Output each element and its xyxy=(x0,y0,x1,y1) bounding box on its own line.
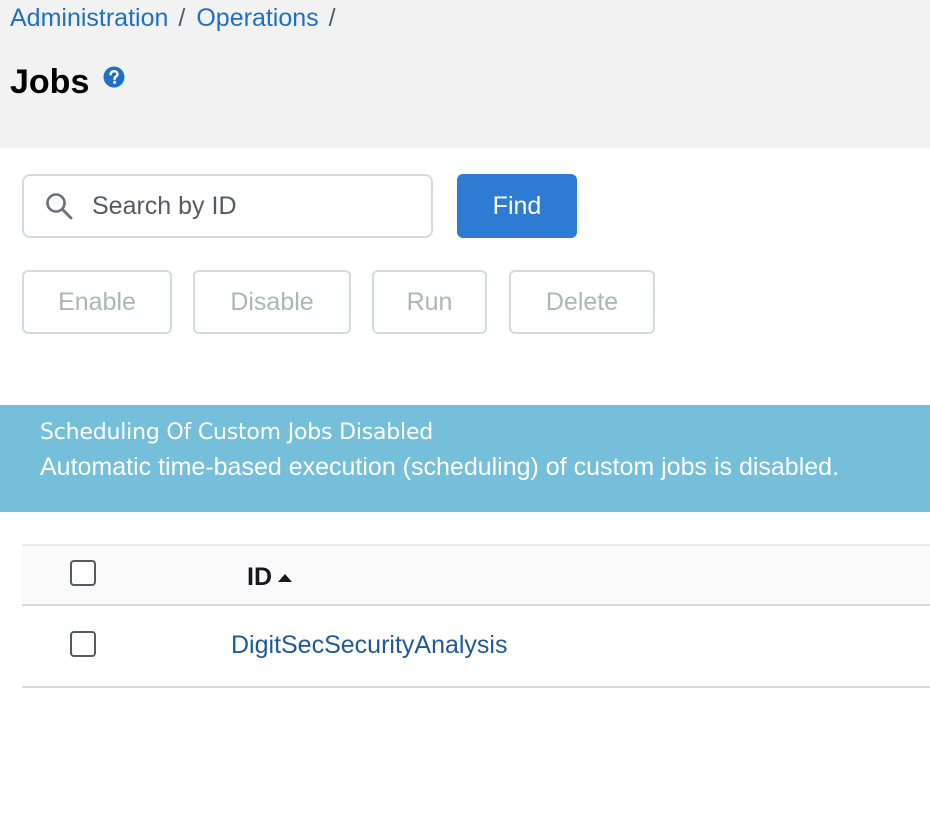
breadcrumb: Administration / Operations / xyxy=(10,2,347,34)
column-header-id[interactable]: ID xyxy=(247,563,293,592)
breadcrumb-link-operations[interactable]: Operations xyxy=(196,4,318,32)
run-button[interactable]: Run xyxy=(372,270,487,334)
title-row: Jobs xyxy=(10,62,125,102)
find-button[interactable]: Find xyxy=(457,174,577,238)
disable-button[interactable]: Disable xyxy=(193,270,351,334)
alert-title: Scheduling Of Custom Jobs Disabled xyxy=(40,420,434,445)
caret-up-icon xyxy=(278,573,292,582)
delete-button[interactable]: Delete xyxy=(509,270,655,334)
row-checkbox[interactable] xyxy=(70,631,96,657)
search-icon xyxy=(46,193,73,220)
enable-button[interactable]: Enable xyxy=(22,270,172,334)
help-icon[interactable] xyxy=(103,66,125,88)
table-header: ID xyxy=(22,544,930,606)
search-input[interactable] xyxy=(90,190,410,222)
jobs-table: ID DigitSecSecurityAnalysis xyxy=(22,544,930,688)
page-header: Administration / Operations / Jobs xyxy=(0,0,930,148)
table-row: DigitSecSecurityAnalysis xyxy=(22,606,930,688)
select-all-checkbox[interactable] xyxy=(70,560,96,586)
column-header-id-label: ID xyxy=(247,563,272,591)
breadcrumb-separator: / xyxy=(328,4,336,32)
breadcrumb-link-administration[interactable]: Administration xyxy=(10,4,168,32)
breadcrumb-separator: / xyxy=(178,4,186,32)
search-field[interactable] xyxy=(22,174,433,238)
alert-message: Automatic time-based execution (scheduli… xyxy=(40,453,840,481)
info-alert: Scheduling Of Custom Jobs Disabled Autom… xyxy=(0,405,930,512)
job-id-link[interactable]: DigitSecSecurityAnalysis xyxy=(231,631,508,660)
page-title: Jobs xyxy=(10,63,90,101)
